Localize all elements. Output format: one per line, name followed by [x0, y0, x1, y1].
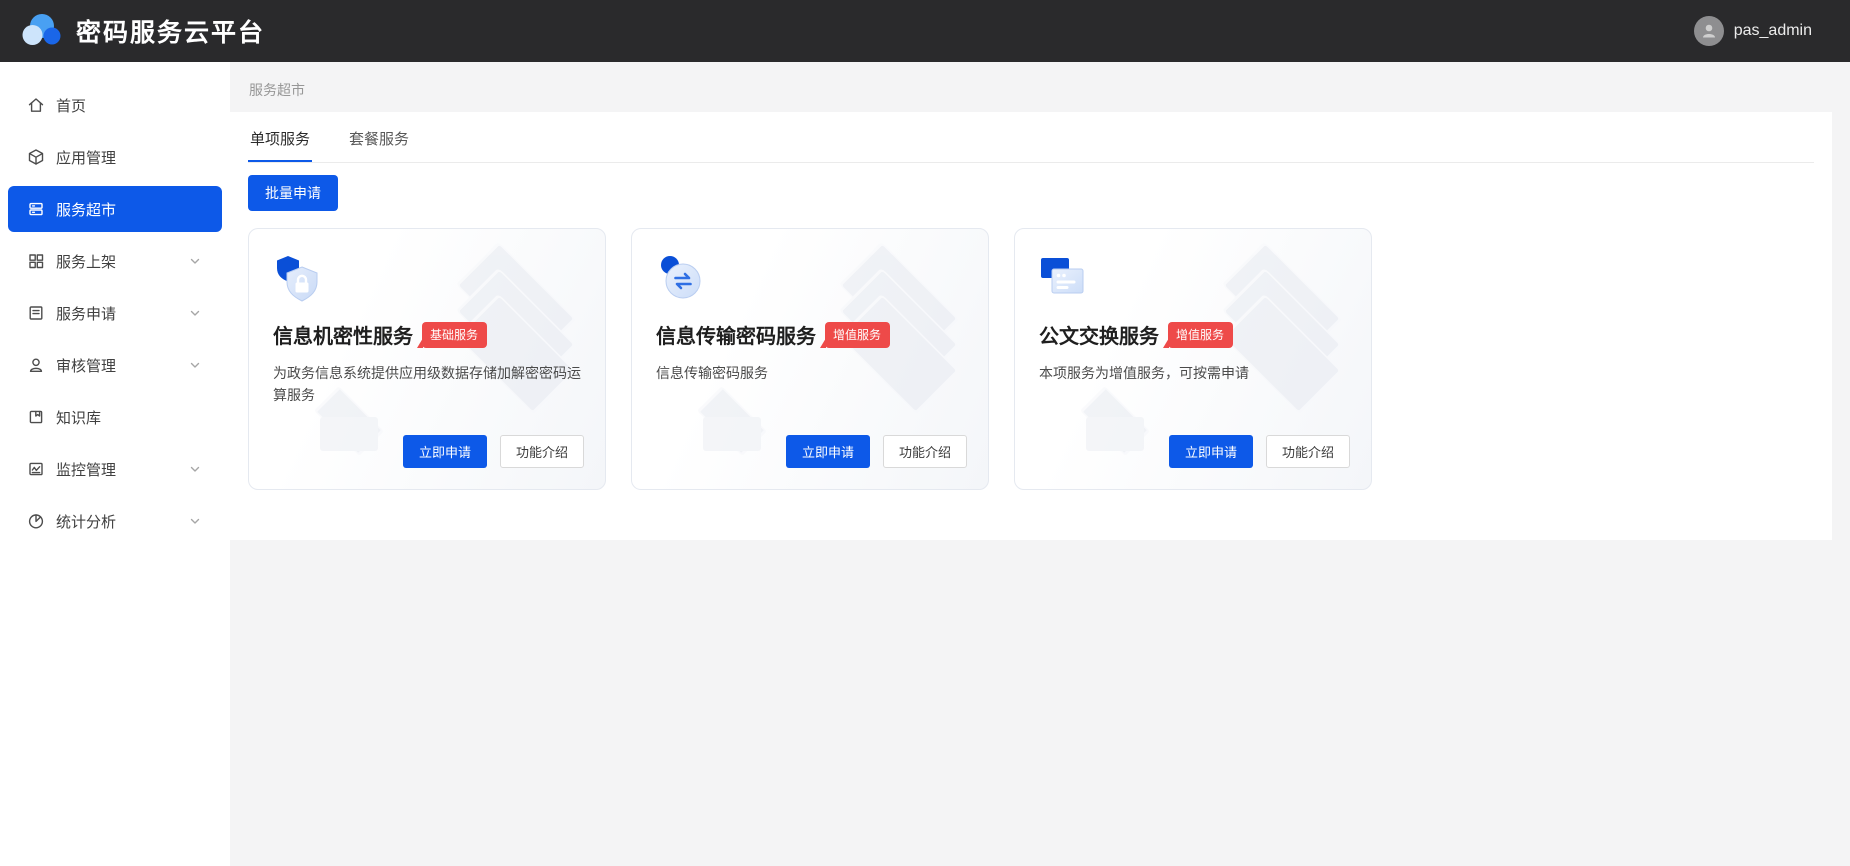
sidebar-item-label: 首页: [56, 95, 86, 116]
username: pas_admin: [1734, 22, 1812, 40]
service-card-info-confidentiality: 信息机密性服务 基础服务 为政务信息系统提供应用级数据存储加解密密码运算服务 立…: [248, 228, 606, 490]
card-description: 本项服务为增值服务，可按需申请: [1039, 362, 1351, 384]
sidebar-item-label: 统计分析: [56, 511, 116, 532]
sidebar-item-audit-management[interactable]: 审核管理: [8, 342, 222, 388]
card-description: 信息传输密码服务: [656, 362, 968, 384]
app-title: 密码服务云平台: [76, 13, 265, 49]
chevron-down-icon: [188, 358, 202, 372]
document-exchange-icon: [1039, 254, 1091, 306]
app-logo: 密码服务云平台: [20, 11, 265, 51]
card-title: 信息机密性服务: [273, 320, 413, 349]
cube-illustration: [1083, 389, 1173, 479]
auditor-icon: [27, 356, 45, 374]
transfer-icon: [656, 254, 708, 306]
chevron-down-icon: [188, 514, 202, 528]
card-badge: 增值服务: [825, 322, 890, 348]
sidebar-item-app-management[interactable]: 应用管理: [8, 134, 222, 180]
cube-illustration: [700, 389, 790, 479]
sidebar-item-label: 服务上架: [56, 251, 116, 272]
sidebar-item-monitoring[interactable]: 监控管理: [8, 446, 222, 492]
knowledge-icon: [27, 408, 45, 426]
monitor-icon: [27, 460, 45, 478]
tab-single-service[interactable]: 单项服务: [248, 116, 312, 162]
chevron-down-icon: [188, 254, 202, 268]
feature-intro-button[interactable]: 功能介绍: [883, 435, 967, 468]
service-card-list: 信息机密性服务 基础服务 为政务信息系统提供应用级数据存储加解密密码运算服务 立…: [248, 228, 1814, 490]
sidebar-item-statistics[interactable]: 统计分析: [8, 498, 222, 544]
main-content: 服务超市 单项服务 套餐服务 批量申请: [230, 62, 1850, 866]
shield-lock-icon: [273, 254, 325, 306]
tab-package-service[interactable]: 套餐服务: [347, 116, 411, 162]
user-icon: [1700, 22, 1718, 40]
avatar: [1694, 16, 1724, 46]
apply-now-button[interactable]: 立即申请: [786, 435, 870, 468]
right-gutter: [1832, 62, 1850, 866]
service-market-icon: [27, 200, 45, 218]
sidebar-item-service-application[interactable]: 服务申请: [8, 290, 222, 336]
service-market-panel: 单项服务 套餐服务 批量申请: [230, 112, 1832, 540]
home-icon: [27, 96, 45, 114]
card-badge: 基础服务: [422, 322, 487, 348]
chevron-down-icon: [188, 462, 202, 476]
pie-chart-icon: [27, 512, 45, 530]
service-card-info-transmission: 信息传输密码服务 增值服务 信息传输密码服务 立即申请 功能介绍: [631, 228, 989, 490]
cube-icon: [27, 148, 45, 166]
sidebar-item-label: 监控管理: [56, 459, 116, 480]
batch-apply-button[interactable]: 批量申请: [248, 175, 338, 211]
sidebar-item-label: 审核管理: [56, 355, 116, 376]
sidebar-item-knowledge-base[interactable]: 知识库: [8, 394, 222, 440]
cloud-logo-icon: [20, 11, 66, 51]
card-title: 公文交换服务: [1039, 320, 1159, 349]
document-icon: [27, 304, 45, 322]
service-card-document-exchange: 公文交换服务 增值服务 本项服务为增值服务，可按需申请 立即申请 功能介绍: [1014, 228, 1372, 490]
sidebar-item-label: 服务申请: [56, 303, 116, 324]
feature-intro-button[interactable]: 功能介绍: [1266, 435, 1350, 468]
breadcrumb: 服务超市: [230, 62, 1850, 112]
card-description: 为政务信息系统提供应用级数据存储加解密密码运算服务: [273, 362, 585, 406]
chevron-down-icon: [188, 306, 202, 320]
apply-now-button[interactable]: 立即申请: [1169, 435, 1253, 468]
grid-icon: [27, 252, 45, 270]
sidebar-item-service-listing[interactable]: 服务上架: [8, 238, 222, 284]
service-tabs: 单项服务 套餐服务: [248, 112, 1814, 163]
sidebar-item-home[interactable]: 首页: [8, 82, 222, 128]
sidebar-item-label: 知识库: [56, 407, 101, 428]
feature-intro-button[interactable]: 功能介绍: [500, 435, 584, 468]
card-title: 信息传输密码服务: [656, 320, 816, 349]
app-header: 密码服务云平台 pas_admin: [0, 0, 1850, 62]
apply-now-button[interactable]: 立即申请: [403, 435, 487, 468]
sidebar-item-label: 服务超市: [56, 199, 116, 220]
card-badge: 增值服务: [1168, 322, 1233, 348]
sidebar-item-service-market[interactable]: 服务超市: [8, 186, 222, 232]
user-menu[interactable]: pas_admin: [1694, 16, 1812, 46]
sidebar: 首页 应用管理 服务超市 服务上架: [0, 62, 230, 866]
toolbar: 批量申请: [248, 175, 1814, 211]
sidebar-item-label: 应用管理: [56, 147, 116, 168]
